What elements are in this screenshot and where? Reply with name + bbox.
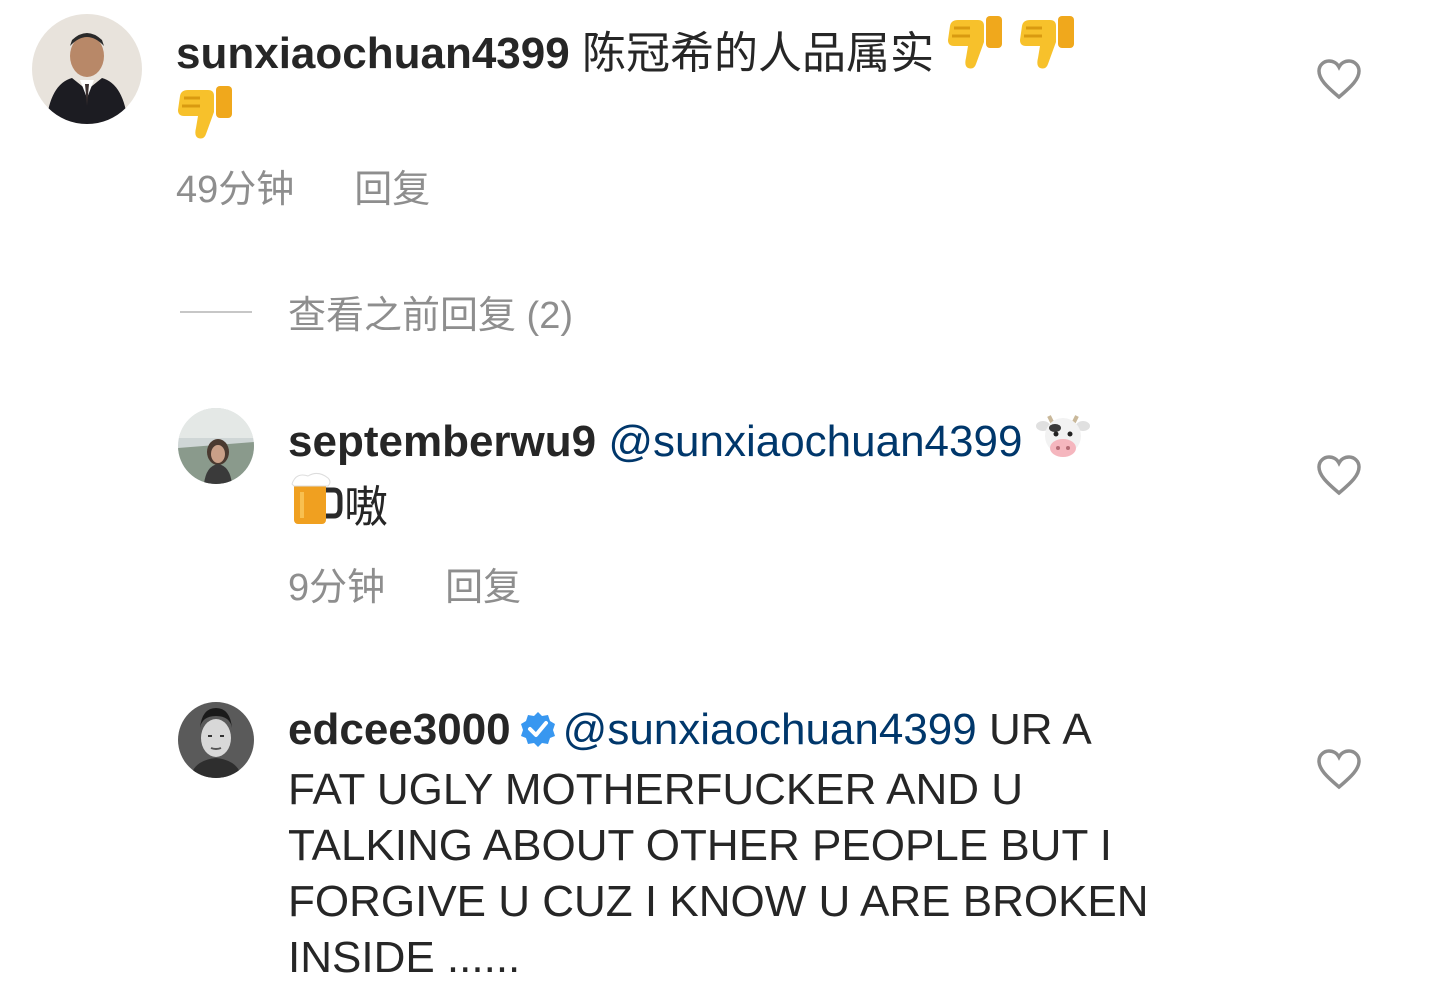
like-heart-icon[interactable] [1316,58,1362,100]
comment-meta: 9分钟 回复 [288,556,521,611]
avatar[interactable] [178,702,254,778]
beer-mug-icon [288,470,344,528]
comment-time: 49分钟 [176,169,295,211]
comment-text-line: INSIDE ...... [288,933,521,982]
comment-text-line: FORGIVE U CUZ I KNOW U ARE BROKEN [288,877,1149,926]
comment-time: 9分钟 [288,567,386,609]
avatar[interactable] [32,14,142,124]
view-previous-replies-label: 查看之前回复 (2) [288,295,574,337]
comment-text-line: UR A [988,705,1092,754]
reply-button[interactable]: 回复 [445,556,521,611]
verified-badge-icon [519,706,557,762]
divider-line [180,310,252,313]
reply-button[interactable]: 回复 [354,158,430,213]
mention-link[interactable]: @sunxiaochuan4399 [608,417,1022,466]
username[interactable]: septemberwu9 [288,417,596,466]
thumbs-down-icon [946,12,1006,74]
comment-text: 陈冠希的人品属实 [581,29,934,78]
username[interactable]: sunxiaochuan4399 [176,29,570,78]
comment-text-line: FAT UGLY MOTHERFUCKER AND U [288,765,1024,814]
avatar[interactable] [178,408,254,484]
mention-link[interactable]: @sunxiaochuan4399 [563,705,977,754]
thumbs-down-icon [1018,12,1078,74]
username[interactable]: edcee3000 [288,705,511,754]
cow-face-icon [1035,410,1091,462]
like-heart-icon[interactable] [1316,748,1362,790]
like-heart-icon[interactable] [1316,454,1362,496]
comment-text-line: TALKING ABOUT OTHER PEOPLE BUT I [288,821,1112,870]
comment-meta: 49分钟 回复 [176,158,430,213]
comment-body: septemberwu9 @sunxiaochuan4399 嗷 [288,410,1248,536]
comment-body: edcee3000 @sunxiaochuan4399 UR A FAT UGLY… [288,702,1268,986]
comment-text: 嗷 [344,483,388,532]
thumbs-down-icon [176,82,236,144]
comment-body: sunxiaochuan4399 陈冠希的人品属实 [176,12,1236,152]
view-previous-replies-button[interactable]: 查看之前回复 (2) [180,284,573,339]
